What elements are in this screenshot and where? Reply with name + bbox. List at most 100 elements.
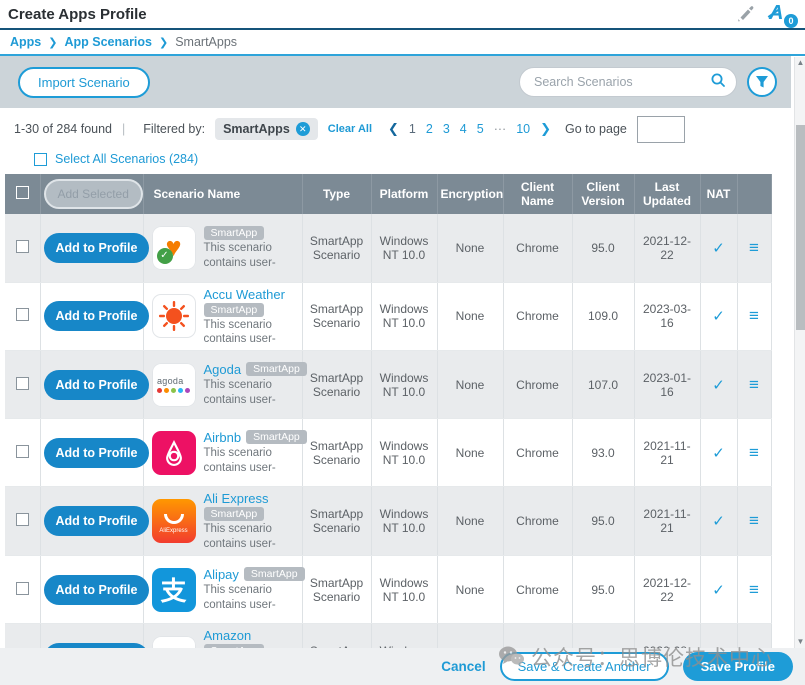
add-to-profile-button[interactable]: Add to Profile (44, 506, 150, 536)
cell-platform: Windows NT 10.0 (371, 282, 437, 351)
scroll-up-icon[interactable]: ▲ (795, 57, 805, 69)
col-actions (737, 174, 771, 214)
accuweather-app-icon (152, 294, 196, 338)
clear-all-link[interactable]: Clear All (328, 123, 372, 135)
table-header-row: Add Selected Scenario Name Type Platform… (5, 174, 771, 214)
row-menu-icon[interactable]: ≡ (749, 306, 759, 325)
scenario-row: Add to Profile ♥✓ SmartApp This scenario… (5, 214, 771, 282)
scenario-row: Add to Profile 支 Alipay SmartApp This sc… (5, 556, 771, 624)
cell-type: SmartApp Scenario (302, 556, 371, 624)
row-checkbox[interactable] (16, 377, 29, 390)
scenario-name-link[interactable]: Accu Weather (204, 287, 285, 302)
col-encryption: Encryption (437, 174, 503, 214)
cell-client-name: Chrome (503, 556, 572, 624)
filter-button[interactable] (747, 67, 777, 97)
cell-client-version: 107.0 (572, 351, 634, 419)
cell-last-updated: 2021-12-22 (634, 556, 700, 624)
cancel-button[interactable]: Cancel (441, 659, 485, 674)
aliexpress-app-icon: AliExpress (152, 499, 196, 543)
goto-page-label: Go to page (565, 122, 627, 136)
cell-platform: Windows NT 10.0 (371, 351, 437, 419)
add-selected-button[interactable]: Add Selected (44, 179, 143, 209)
search-scenarios-box[interactable] (519, 67, 737, 97)
scenario-name-link[interactable]: Airbnb (204, 430, 242, 445)
cell-last-updated: 2021-12-22 (634, 214, 700, 282)
prev-page-icon[interactable]: ❮ (388, 121, 399, 137)
row-menu-icon[interactable]: ≡ (749, 443, 759, 462)
header-checkbox[interactable] (16, 186, 29, 199)
page-number-2[interactable]: 2 (426, 122, 433, 136)
scenario-name-link[interactable]: Amazon (204, 628, 252, 643)
save-profile-button[interactable]: Save Profile (683, 652, 793, 681)
edit-pencil-icon[interactable] (735, 5, 755, 23)
page-ellipsis: ··· (494, 122, 507, 136)
scenario-name-link[interactable]: Agoda (204, 362, 242, 377)
scenario-row: Add to Profile AliExpress Ali Express Sm… (5, 487, 771, 556)
cell-client-name: Chrome (503, 487, 572, 556)
cell-encryption: None (437, 282, 503, 351)
scenario-name-link[interactable]: Ali Express (204, 491, 269, 506)
breadcrumb-app-scenarios[interactable]: App Scenarios (64, 35, 152, 49)
profile-count-badge: 0 (784, 14, 798, 28)
create-apps-profile-page: Create Apps Profile A 0 Apps ❯ App Scena… (0, 0, 805, 685)
search-icon[interactable] (710, 72, 726, 92)
row-checkbox[interactable] (16, 240, 29, 253)
page-number-5[interactable]: 5 (477, 122, 484, 136)
col-client-version: Client Version (572, 174, 634, 214)
chevron-right-icon: ❯ (159, 36, 168, 49)
scenario-row: Add to Profile agoda Agoda SmartApp This… (5, 351, 771, 419)
add-to-profile-button[interactable]: Add to Profile (44, 438, 150, 468)
scenario-row: Add to Profile Airbnb SmartApp This scen… (5, 419, 771, 487)
cell-client-name: Chrome (503, 214, 572, 282)
cell-platform: Windows NT 10.0 (371, 214, 437, 282)
select-all-checkbox[interactable] (34, 153, 47, 166)
filtered-by-label: Filtered by: (143, 122, 205, 136)
cell-last-updated: 2023-03-16 (634, 282, 700, 351)
page-number-1[interactable]: 1 (409, 122, 416, 136)
save-and-create-another-button[interactable]: Save & Create Another (500, 652, 669, 681)
col-last-updated: Last Updated (634, 174, 700, 214)
scenario-toolbar: Import Scenario (0, 56, 791, 108)
smartapp-badge: SmartApp (246, 430, 307, 444)
smartapp-badge: SmartApp (204, 226, 265, 240)
vertical-scrollbar[interactable]: ▲ ▼ (794, 57, 805, 648)
apps-profile-count-icon[interactable]: A 0 (769, 2, 795, 26)
add-to-profile-button[interactable]: Add to Profile (44, 575, 150, 605)
row-checkbox[interactable] (16, 308, 29, 321)
row-checkbox[interactable] (16, 445, 29, 458)
add-to-profile-button[interactable]: Add to Profile (44, 301, 150, 331)
page-number-3[interactable]: 3 (443, 122, 450, 136)
page-number-10[interactable]: 10 (516, 122, 530, 136)
breadcrumb-current: SmartApps (175, 35, 237, 49)
row-menu-icon[interactable]: ≡ (749, 511, 759, 530)
add-to-profile-button[interactable]: Add to Profile (44, 370, 150, 400)
nat-check-icon: ✓ (712, 240, 725, 257)
cell-client-version: 109.0 (572, 282, 634, 351)
page-number-list: 12345 ··· 10 (409, 122, 530, 136)
scenario-description: This scenario contains user- (204, 318, 308, 347)
smartapp-badge: SmartApp (244, 567, 305, 581)
row-menu-icon[interactable]: ≡ (749, 375, 759, 394)
scroll-down-icon[interactable]: ▼ (795, 636, 805, 648)
nat-check-icon: ✓ (712, 445, 725, 462)
cell-client-version: 93.0 (572, 419, 634, 487)
breadcrumb-apps[interactable]: Apps (10, 35, 41, 49)
import-scenario-button[interactable]: Import Scenario (18, 67, 150, 98)
col-scenario-name: Scenario Name (143, 174, 302, 214)
row-checkbox[interactable] (16, 582, 29, 595)
row-checkbox[interactable] (16, 513, 29, 526)
row-menu-icon[interactable]: ≡ (749, 238, 759, 257)
row-menu-icon[interactable]: ≡ (749, 580, 759, 599)
scenario-name-link[interactable]: Alipay (204, 567, 239, 582)
next-page-icon[interactable]: ❯ (540, 121, 551, 137)
add-to-profile-button[interactable]: Add to Profile (44, 233, 150, 263)
page-number-4[interactable]: 4 (460, 122, 467, 136)
cell-encryption: None (437, 419, 503, 487)
col-platform: Platform (371, 174, 437, 214)
title-bar: Create Apps Profile A 0 (0, 0, 805, 30)
remove-filter-icon[interactable]: ✕ (296, 122, 310, 136)
scrollbar-thumb[interactable] (796, 125, 805, 330)
search-input[interactable] (534, 75, 710, 89)
goto-page-input[interactable] (637, 116, 685, 143)
select-all-label: Select All Scenarios (284) (55, 152, 198, 166)
